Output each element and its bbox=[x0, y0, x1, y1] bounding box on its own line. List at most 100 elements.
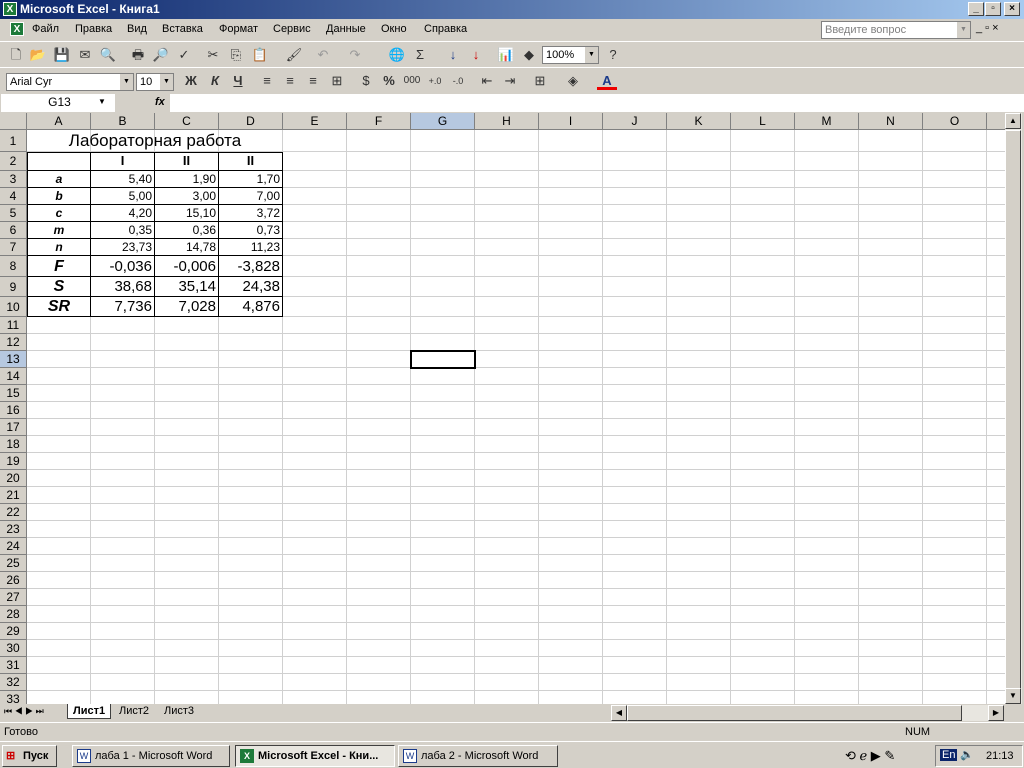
print-preview-icon[interactable]: 🔎 bbox=[151, 46, 171, 64]
value-cell[interactable]: 15,10 bbox=[155, 205, 219, 222]
menu-file[interactable]: Файл bbox=[32, 23, 59, 35]
drawing-icon[interactable]: ◆ bbox=[519, 46, 539, 64]
autosum-icon[interactable]: Σ bbox=[410, 46, 430, 64]
menu-tools[interactable]: Сервис bbox=[273, 23, 311, 35]
increase-indent-icon[interactable]: ⇥ bbox=[500, 72, 520, 90]
header-cell[interactable]: I bbox=[91, 152, 155, 171]
row-header-16[interactable]: 16 bbox=[0, 402, 27, 419]
row-header-24[interactable]: 24 bbox=[0, 538, 27, 555]
row-header-3[interactable]: 3 bbox=[0, 171, 27, 188]
row-header-22[interactable]: 22 bbox=[0, 504, 27, 521]
column-header-M[interactable]: M bbox=[795, 113, 859, 130]
value-cell[interactable]: 5,40 bbox=[91, 171, 155, 188]
row-label-cell[interactable]: S bbox=[27, 277, 91, 297]
redo-icon[interactable]: ↷ bbox=[345, 46, 365, 64]
spreadsheet-grid[interactable]: A B C D E F G H I J K L M N O 1 2 3 4 5 6 7 8 9 10 11 12 13 14 15 16 17… bbox=[0, 113, 1005, 704]
value-cell[interactable]: -3,828 bbox=[219, 256, 283, 277]
chevron-down-icon[interactable]: ▼ bbox=[160, 74, 173, 90]
column-header-I[interactable]: I bbox=[539, 113, 603, 130]
column-header-G[interactable]: G bbox=[411, 113, 475, 130]
value-cell[interactable]: -0,006 bbox=[155, 256, 219, 277]
thousands-button[interactable]: 000 bbox=[402, 72, 422, 90]
start-button[interactable]: ⊞ Пуск bbox=[2, 745, 57, 767]
column-header-O[interactable]: O bbox=[923, 113, 987, 130]
row-header-20[interactable]: 20 bbox=[0, 470, 27, 487]
column-header-B[interactable]: B bbox=[91, 113, 155, 130]
row-header-7[interactable]: 7 bbox=[0, 239, 27, 256]
minimize-button[interactable]: _ bbox=[968, 2, 984, 16]
menu-format[interactable]: Формат bbox=[219, 23, 258, 35]
value-cell[interactable]: 4,876 bbox=[219, 297, 283, 317]
scroll-up-icon[interactable]: ▲ bbox=[1005, 113, 1021, 129]
row-header-21[interactable]: 21 bbox=[0, 487, 27, 504]
align-center-icon[interactable]: ≡ bbox=[280, 72, 300, 90]
column-header-F[interactable]: F bbox=[347, 113, 411, 130]
fill-color-icon[interactable]: ◈ bbox=[563, 72, 583, 90]
value-cell[interactable]: 1,90 bbox=[155, 171, 219, 188]
fx-icon[interactable]: fx bbox=[155, 96, 165, 108]
column-header-J[interactable]: J bbox=[603, 113, 667, 130]
new-icon[interactable]: 🗋 bbox=[6, 46, 26, 64]
sheet-title-cell[interactable]: Лабораторная работа bbox=[27, 130, 283, 152]
header-cell[interactable]: II bbox=[155, 152, 219, 171]
row-header-10[interactable]: 10 bbox=[0, 297, 27, 317]
value-cell[interactable]: 7,028 bbox=[155, 297, 219, 317]
zoom-select[interactable]: 100% ▼ bbox=[542, 46, 599, 64]
value-cell[interactable]: 23,73 bbox=[91, 239, 155, 256]
language-indicator[interactable]: En bbox=[940, 749, 958, 761]
row-header-8[interactable]: 8 bbox=[0, 256, 27, 277]
column-header-N[interactable]: N bbox=[859, 113, 923, 130]
value-cell[interactable]: 3,00 bbox=[155, 188, 219, 205]
row-header-6[interactable]: 6 bbox=[0, 222, 27, 239]
column-header-C[interactable]: C bbox=[155, 113, 219, 130]
row-header-2[interactable]: 2 bbox=[0, 152, 27, 171]
chevron-down-icon[interactable]: ▼ bbox=[120, 74, 133, 90]
row-header-27[interactable]: 27 bbox=[0, 589, 27, 606]
row-label-cell[interactable]: F bbox=[27, 256, 91, 277]
restore-button[interactable]: ▫ bbox=[985, 2, 1001, 16]
hyperlink-icon[interactable]: 🌐 bbox=[387, 46, 407, 64]
value-cell[interactable]: 38,68 bbox=[91, 277, 155, 297]
value-cell[interactable]: -0,036 bbox=[91, 256, 155, 277]
help-icon[interactable]: ? bbox=[603, 46, 623, 64]
print-icon[interactable]: 🖶 bbox=[128, 46, 148, 64]
value-cell[interactable]: 4,20 bbox=[91, 205, 155, 222]
menu-data[interactable]: Данные bbox=[326, 23, 366, 35]
cut-icon[interactable]: ✂ bbox=[203, 46, 223, 64]
row-label-cell[interactable]: b bbox=[27, 188, 91, 205]
select-all-corner[interactable] bbox=[0, 113, 27, 130]
column-header-H[interactable]: H bbox=[475, 113, 539, 130]
vertical-scrollbar[interactable]: ▲ ▼ bbox=[1005, 113, 1022, 704]
task-excel[interactable]: X Microsoft Excel - Кни... bbox=[235, 745, 395, 767]
open-icon[interactable]: 📂 bbox=[28, 46, 48, 64]
sheet-tab-1[interactable]: Лист1 bbox=[67, 704, 112, 719]
row-header-9[interactable]: 9 bbox=[0, 277, 27, 297]
row-header-14[interactable]: 14 bbox=[0, 368, 27, 385]
menu-view[interactable]: Вид bbox=[127, 23, 147, 35]
permission-icon[interactable]: ✉ bbox=[75, 46, 95, 64]
row-header-29[interactable]: 29 bbox=[0, 623, 27, 640]
value-cell[interactable]: 11,23 bbox=[219, 239, 283, 256]
row-label-cell[interactable]: m bbox=[27, 222, 91, 239]
chart-wizard-icon[interactable]: 📊 bbox=[496, 46, 516, 64]
column-header-A[interactable]: A bbox=[27, 113, 91, 130]
column-header-E[interactable]: E bbox=[283, 113, 347, 130]
row-header-25[interactable]: 25 bbox=[0, 555, 27, 572]
menu-help[interactable]: Справка bbox=[424, 23, 467, 35]
format-painter-icon[interactable]: 🖌 bbox=[284, 46, 304, 64]
row-header-18[interactable]: 18 bbox=[0, 436, 27, 453]
menu-window[interactable]: Окно bbox=[381, 23, 407, 35]
align-right-icon[interactable]: ≡ bbox=[303, 72, 323, 90]
chevron-down-icon[interactable]: ▼ bbox=[957, 22, 970, 38]
value-cell[interactable]: 14,78 bbox=[155, 239, 219, 256]
chevron-down-icon[interactable]: ▼ bbox=[98, 97, 106, 106]
doc-window-controls[interactable]: _ ▫ × bbox=[976, 22, 999, 34]
h-scroll-thumb[interactable] bbox=[627, 705, 962, 721]
row-header-5[interactable]: 5 bbox=[0, 205, 27, 222]
sort-descending-icon[interactable]: ↓ bbox=[466, 46, 486, 64]
column-header-partial[interactable] bbox=[987, 113, 1005, 130]
row-header-26[interactable]: 26 bbox=[0, 572, 27, 589]
workbook-icon[interactable]: X bbox=[10, 22, 24, 36]
value-cell[interactable]: 0,36 bbox=[155, 222, 219, 239]
row-header-19[interactable]: 19 bbox=[0, 453, 27, 470]
